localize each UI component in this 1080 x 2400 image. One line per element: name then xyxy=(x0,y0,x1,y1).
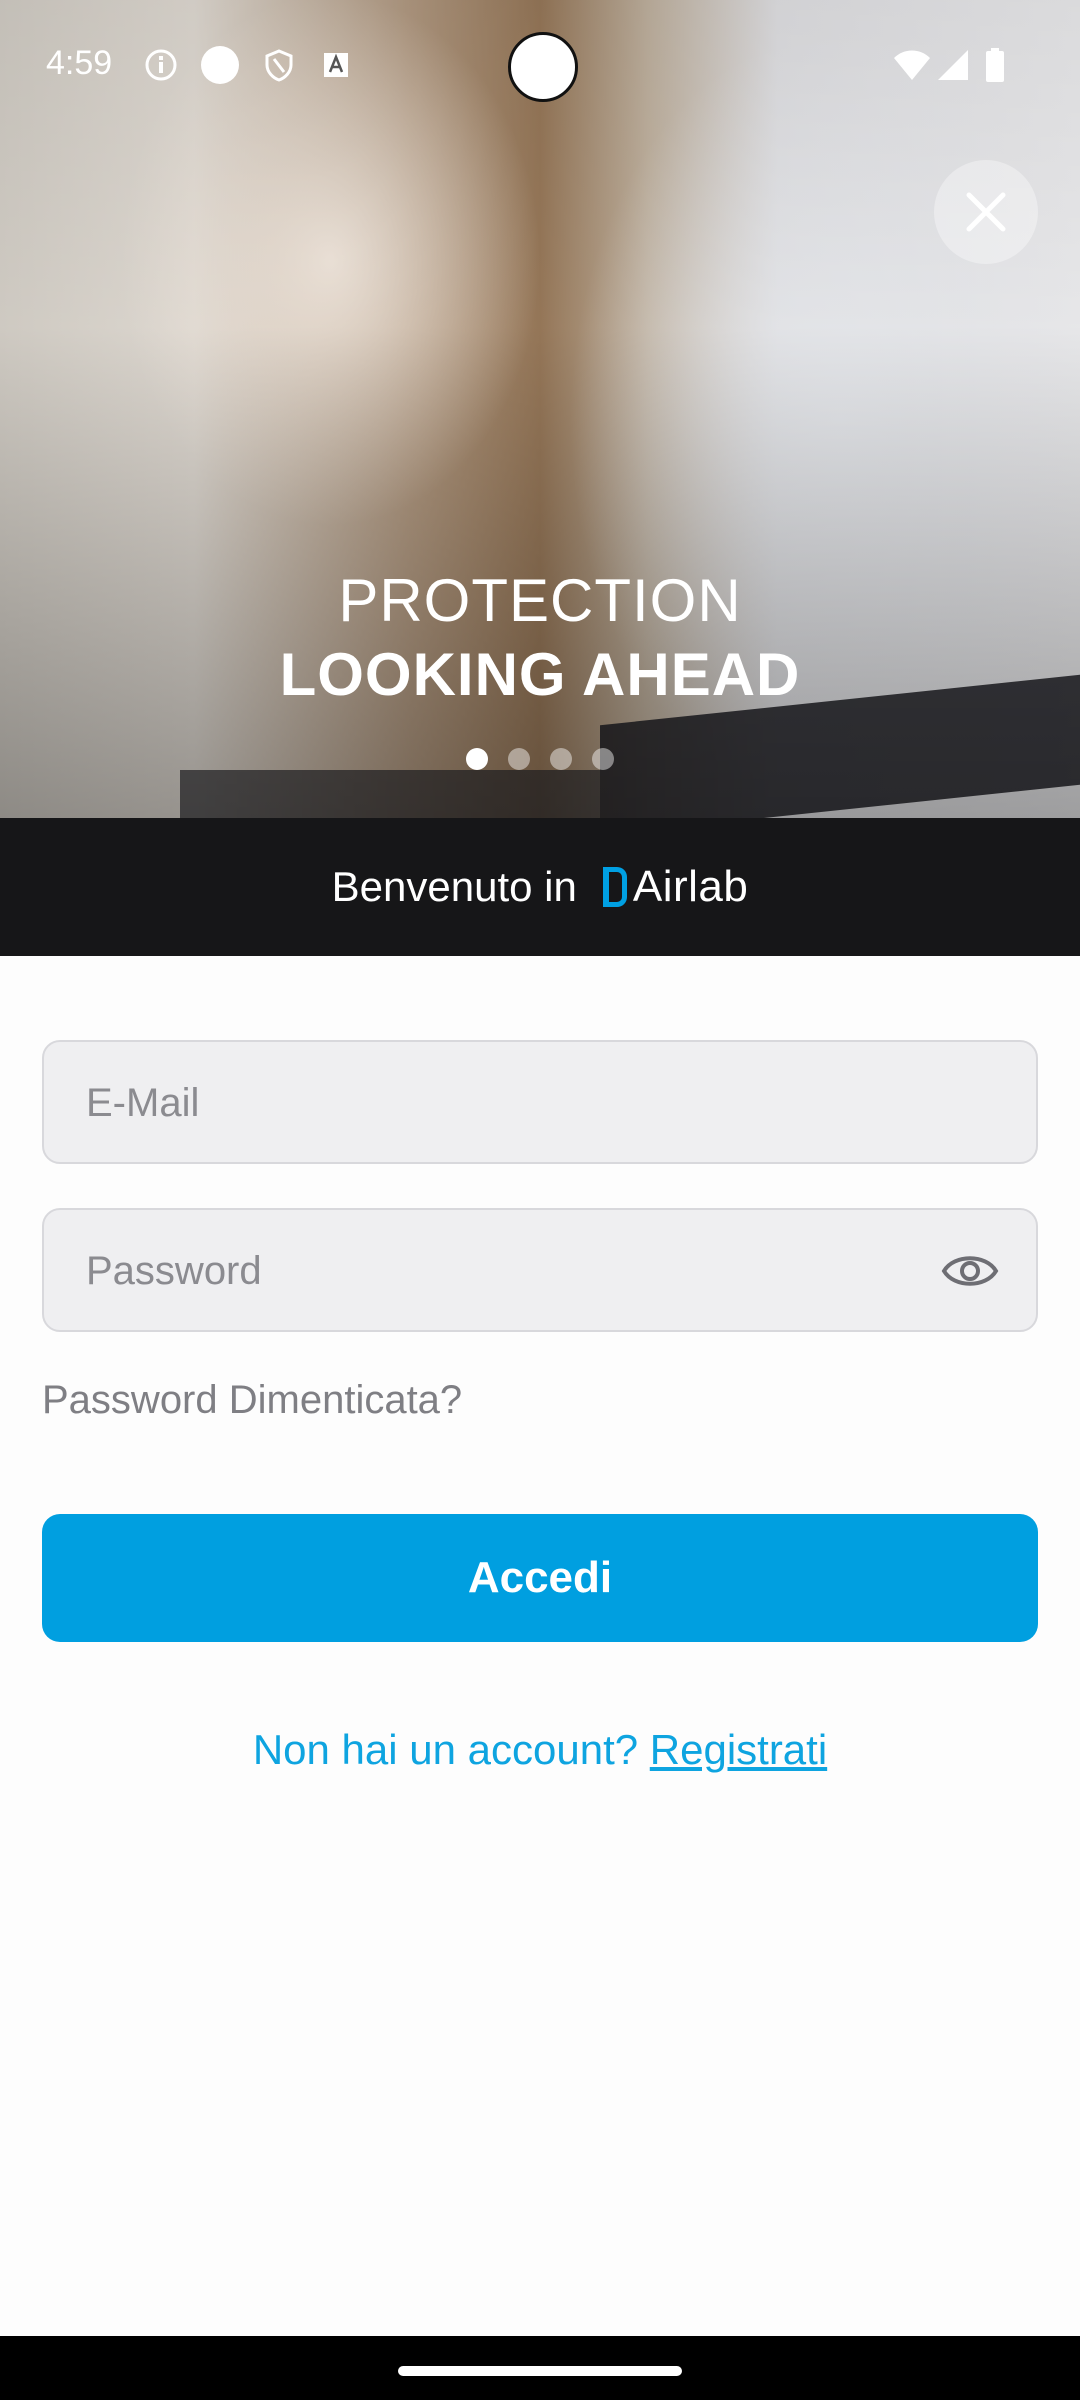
brand-name: Airlab xyxy=(632,862,749,911)
carousel-dot-3[interactable] xyxy=(550,748,572,770)
password-input[interactable] xyxy=(84,1210,948,1332)
login-button[interactable]: Accedi xyxy=(42,1514,1038,1642)
circle-icon xyxy=(201,46,239,84)
email-input[interactable] xyxy=(84,1042,948,1164)
accessibility-icon xyxy=(324,53,348,77)
hero-title-line2: LOOKING AHEAD xyxy=(279,641,801,708)
signal-icon xyxy=(938,50,968,80)
carousel-dot-2[interactable] xyxy=(508,748,530,770)
status-bar: 4:59 xyxy=(0,0,1080,130)
carousel-dot-4[interactable] xyxy=(592,748,614,770)
forgot-password-link[interactable]: Password Dimenticata? xyxy=(42,1378,462,1423)
battery-icon xyxy=(986,48,1004,82)
status-time: 4:59 xyxy=(46,44,113,82)
brand-mark-icon xyxy=(602,867,627,907)
brand-logo: Airlab xyxy=(602,862,749,912)
shield-icon xyxy=(265,49,293,82)
welcome-banner: Benvenuto in Airlab xyxy=(0,818,1080,956)
wifi-icon xyxy=(894,50,930,80)
welcome-text: Benvenuto in xyxy=(331,863,577,910)
password-field[interactable] xyxy=(42,1208,1038,1332)
email-field[interactable] xyxy=(42,1040,1038,1164)
signup-prompt: Non hai un account? xyxy=(252,1726,650,1773)
carousel-indicator xyxy=(0,748,1080,770)
front-camera xyxy=(508,32,578,102)
info-icon xyxy=(145,49,177,81)
close-icon xyxy=(966,192,1006,232)
show-password-icon[interactable] xyxy=(940,1246,1000,1296)
close-button[interactable] xyxy=(934,160,1038,264)
carousel-dot-1[interactable] xyxy=(466,748,488,770)
signup-row: Non hai un account? Registrati xyxy=(0,1726,1080,1774)
home-gesture-handle[interactable] xyxy=(398,2366,682,2376)
register-link[interactable]: Registrati xyxy=(650,1726,827,1773)
hero-title-line1: PROTECTION xyxy=(338,567,742,634)
